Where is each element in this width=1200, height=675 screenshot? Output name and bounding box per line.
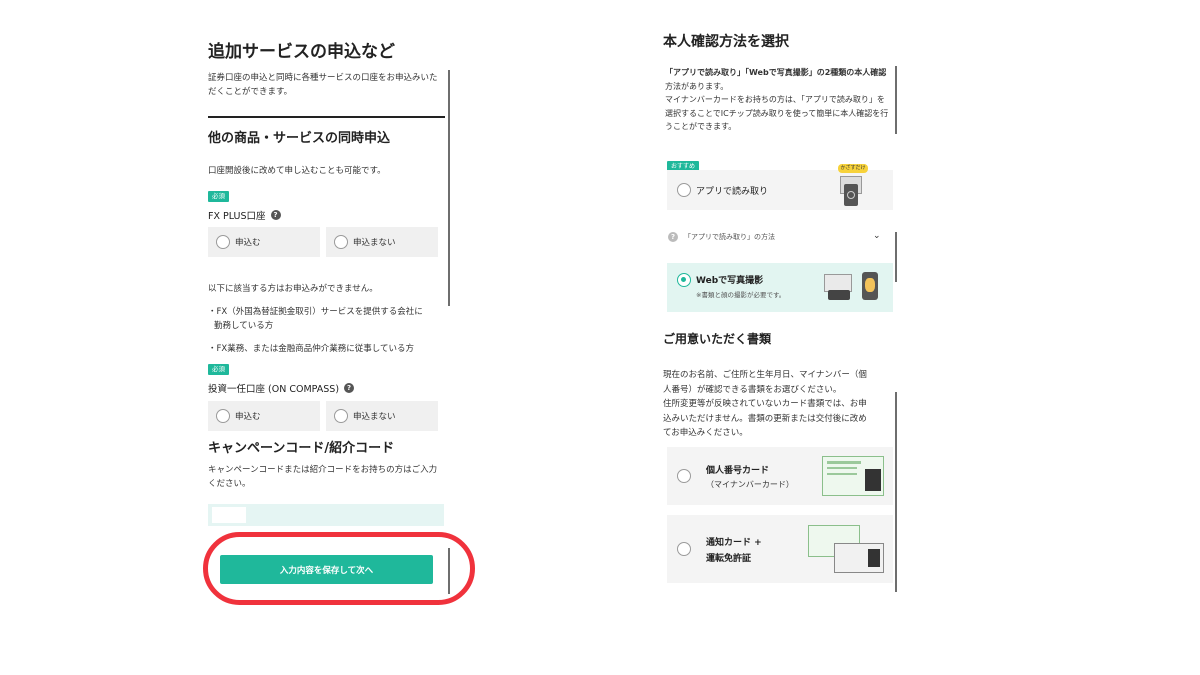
on-compass-label-text: 投資一任口座 (ON COMPASS): [208, 384, 340, 395]
campaign-code-field[interactable]: [208, 504, 444, 526]
identity-method-description: 「アプリで読み取り」「Webで写真撮影」の2種類の本人確認 方法があります。 マ…: [665, 66, 897, 134]
desc-line-5: うことができます。: [665, 122, 737, 131]
app-read-illustration: かざすだけ: [830, 164, 886, 208]
photo-shape: [865, 469, 881, 491]
scrollbar-right-middle[interactable]: [895, 232, 897, 282]
fx-plus-label: FX PLUS口座 ?: [208, 208, 281, 222]
scrollbar-left-lower[interactable]: [448, 548, 450, 594]
docs-line-3: 住所変更等が反映されていないカード書類では、お申: [663, 399, 867, 409]
on-compass-decline-option[interactable]: 申込まない: [326, 401, 438, 431]
notice-card-license-illustration: [808, 525, 886, 575]
doc-notice-card-line-2: 運転免許証: [706, 553, 752, 564]
card-line: [827, 461, 861, 464]
radio-icon: [334, 235, 348, 249]
card-line: [827, 473, 857, 475]
on-compass-apply-option[interactable]: 申込む: [208, 401, 320, 431]
doc-my-number-sub: （マイナンバーカード）: [706, 479, 794, 489]
docs-line-1: 現在のお名前、ご住所と生年月日、マイナンバー（個: [663, 370, 867, 380]
intro-line-2: だくことができます。: [208, 87, 293, 97]
campaign-code-input[interactable]: [212, 507, 246, 523]
doc-notice-card-line-1: 通知カード +: [706, 537, 762, 548]
fx-plus-apply-option[interactable]: 申込む: [208, 227, 320, 257]
required-badge: 必須: [208, 364, 229, 375]
campaign-title: キャンペーンコード/紹介コード: [208, 441, 395, 456]
docs-line-5: てお申込みください。: [663, 428, 748, 438]
web-photo-option-label: Webで写真撮影: [696, 276, 764, 286]
campaign-description: キャンペーンコードまたは紹介コードをお持ちの方はご入力 ください。: [208, 463, 448, 491]
desc-line-1: 「アプリで読み取り」「Webで写真撮影」の2種類の本人確認: [665, 68, 887, 77]
documents-title: ご用意いただく書類: [663, 332, 772, 346]
radio-icon: [677, 469, 691, 483]
campaign-line-1: キャンペーンコードまたは紹介コードをお持ちの方はご入力: [208, 465, 438, 475]
desc-line-2: 方法があります。: [665, 81, 729, 91]
on-compass-label: 投資一任口座 (ON COMPASS) ?: [208, 381, 355, 395]
section-divider: [208, 116, 445, 118]
scrollbar-left[interactable]: [448, 70, 450, 306]
save-and-next-button[interactable]: 入力内容を保存して次へ: [220, 555, 433, 584]
photo-shape: [868, 549, 880, 567]
card-line: [827, 467, 857, 469]
radio-icon: [677, 183, 691, 197]
fx-plus-label-text: FX PLUS口座: [208, 211, 266, 222]
help-icon[interactable]: ?: [270, 210, 281, 220]
option-label: 申込まない: [353, 412, 396, 422]
option-label: 申込まない: [353, 238, 396, 248]
app-read-badge-text: かざすだけ: [838, 164, 868, 173]
web-photo-note: ※書類と顔の撮影が必要です。: [696, 291, 786, 299]
radio-icon: [334, 409, 348, 423]
nfc-icon: [847, 191, 855, 199]
radio-selected-icon: [677, 273, 691, 287]
web-photo-illustration: [820, 270, 886, 306]
required-badge: 必須: [208, 191, 229, 202]
section-note: 口座開設後に改めて申し込むことも可能です。: [208, 166, 386, 176]
camera-shape: [828, 290, 850, 300]
ineligible-bullet-1: ・FX（外国為替証拠金取引）サービスを提供する会社に 勤務している方: [208, 305, 448, 333]
help-icon: ?: [668, 232, 678, 242]
scrollbar-right[interactable]: [895, 66, 897, 134]
app-read-howto-row[interactable]: ? 「アプリで読み取り」の方法: [668, 232, 775, 242]
app-read-option-label: アプリで読み取り: [696, 186, 769, 197]
docs-line-2: 人番号）が確認できる書類をお選びください。: [663, 384, 842, 395]
page-title-additional-services: 追加サービスの申込など: [208, 42, 395, 62]
section-title: 他の商品・サービスの同時申込: [208, 131, 391, 146]
docs-line-4: 込みいただけません。書類の更新または交付後に改め: [663, 413, 867, 424]
intro-text: 証券口座の申込と同時に各種サービスの口座をお申込みいた だくことができます。: [208, 71, 448, 99]
bullet-1-line-2: 勤務している方: [214, 321, 274, 331]
app-read-howto-label: 「アプリで読み取り」の方法: [684, 233, 775, 241]
desc-line-3: マイナンバーカードをお持ちの方は、「アプリで読み取り」を: [665, 95, 885, 104]
scrollbar-right-lower[interactable]: [895, 392, 897, 592]
doc-my-number-title: 個人番号カード: [706, 465, 770, 476]
chevron-down-icon[interactable]: ⌄: [873, 231, 881, 241]
my-number-card-illustration: [822, 456, 884, 496]
radio-icon: [216, 235, 230, 249]
fx-plus-decline-option[interactable]: 申込まない: [326, 227, 438, 257]
intro-line-1: 証券口座の申込と同時に各種サービスの口座をお申込みいた: [208, 73, 438, 83]
ineligible-bullet-2: ・FX業務、または金融商品仲介業務に従事している方: [208, 344, 414, 354]
face-icon: [865, 278, 875, 292]
ineligible-notice: 以下に該当する方はお申込みができません。: [208, 284, 378, 294]
option-label: 申込む: [235, 238, 261, 248]
doc-notice-card-text: 通知カード + 運転免許証: [706, 535, 762, 564]
identity-method-title: 本人確認方法を選択: [663, 34, 789, 50]
option-label: 申込む: [235, 412, 261, 422]
documents-description: 現在のお名前、ご住所と生年月日、マイナンバー（個 人番号）が確認できる書類をお選…: [663, 368, 895, 441]
campaign-line-2: ください。: [208, 479, 251, 489]
radio-icon: [216, 409, 230, 423]
web-photo-text: Webで写真撮影 ※書類と顔の撮影が必要です。: [696, 273, 785, 299]
desc-line-4: 選択することでICチップ読み取りを使って簡単に本人確認を行: [665, 108, 889, 118]
help-icon[interactable]: ?: [344, 383, 355, 393]
bullet-1-line-1: ・FX（外国為替証拠金取引）サービスを提供する会社に: [208, 307, 423, 317]
doc-my-number-text: 個人番号カード （マイナンバーカード）: [706, 463, 794, 490]
radio-icon: [677, 542, 691, 556]
